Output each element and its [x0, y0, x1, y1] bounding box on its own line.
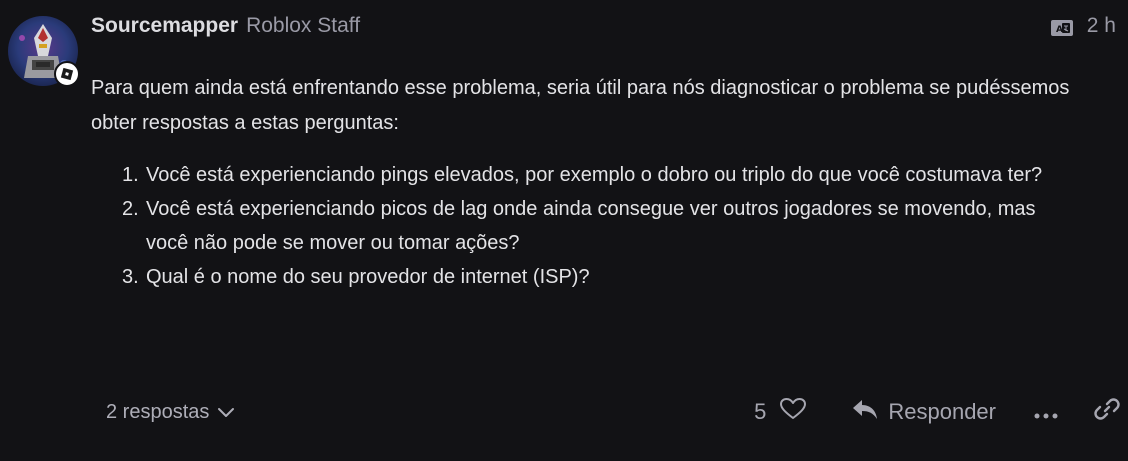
forum-post: Sourcemapper Roblox Staff A 2 h Para que…	[0, 0, 1128, 461]
list-item: 2. Você está experienciando picos de lag…	[118, 192, 1078, 260]
author-title: Roblox Staff	[246, 14, 361, 37]
question-list: 1. Você está experienciando pings elevad…	[118, 158, 1078, 294]
list-item: 1. Você está experienciando pings elevad…	[118, 158, 1078, 192]
svg-text:A: A	[1056, 25, 1063, 35]
post-actions: 5 Responder	[754, 394, 1120, 430]
list-item-number: 1.	[122, 164, 139, 186]
copy-link-button[interactable]	[1094, 397, 1120, 427]
post-meta: A 2 h	[1050, 12, 1116, 40]
show-replies-button[interactable]: 2 respostas	[106, 396, 235, 428]
post-time[interactable]: 2 h	[1087, 14, 1116, 38]
list-item-text: Você está experienciando pings elevados,…	[146, 164, 1043, 186]
translate-icon[interactable]: A	[1050, 18, 1073, 36]
reply-icon	[852, 398, 878, 426]
list-item-number: 3.	[122, 266, 139, 288]
like-button[interactable]: 5	[754, 398, 807, 426]
more-options-button[interactable]	[1034, 399, 1058, 425]
heart-icon	[780, 398, 807, 426]
replies-label: 2 respostas	[106, 400, 210, 423]
more-icon	[1034, 399, 1058, 425]
link-icon	[1094, 397, 1120, 427]
author-username[interactable]: Sourcemapper	[91, 14, 238, 38]
reply-label: Responder	[888, 399, 996, 424]
list-item-text: Qual é o nome do seu provedor de interne…	[146, 266, 590, 288]
chevron-down-icon	[217, 401, 235, 424]
list-item-number: 2.	[122, 198, 139, 220]
post-intro: Para quem ainda está enfrentando esse pr…	[91, 77, 1070, 134]
reply-button[interactable]: Responder	[852, 398, 996, 426]
post-body: Para quem ainda está enfrentando esse pr…	[91, 71, 1101, 141]
list-item-text: Você está experienciando picos de lag on…	[146, 198, 1036, 254]
post-header: Sourcemapper Roblox Staff	[91, 12, 360, 40]
roblox-badge-icon	[54, 61, 80, 87]
list-item: 3. Qual é o nome do seu provedor de inte…	[118, 260, 1078, 294]
like-count: 5	[754, 399, 767, 424]
